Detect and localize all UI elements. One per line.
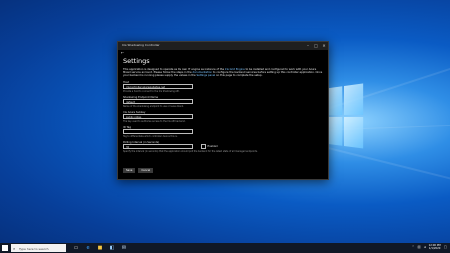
- title-bar[interactable]: Iris Shadowing Controller – □ ✕: [118, 42, 328, 50]
- volume-icon[interactable]: ◂: [424, 245, 426, 249]
- taskbar-search-box[interactable]: ⌕ Type here to search: [11, 244, 66, 252]
- subkey-hint: The key used to authorise access to the …: [123, 119, 186, 123]
- host-input[interactable]: iriscontroller.azurewebsites.net: [123, 84, 193, 90]
- polling-input[interactable]: 30: [123, 144, 193, 150]
- settings-panel-link[interactable]: Settings panel: [196, 74, 215, 77]
- clock-date: 1/1/2020: [428, 247, 441, 251]
- back-arrow-icon[interactable]: ←: [121, 50, 124, 56]
- endpoint-name-field: Shadowing Endpoint Name default Name of …: [123, 96, 323, 108]
- chevron-up-icon[interactable]: ⌃: [412, 245, 415, 249]
- id-tag-field: ID Tag Tag to differentiate which contro…: [123, 126, 323, 138]
- id-tag-input[interactable]: [123, 129, 193, 135]
- task-view-icon[interactable]: ▭: [72, 244, 80, 252]
- endpoint-name-label: Shadowing Endpoint Name: [123, 95, 159, 99]
- cancel-button[interactable]: Cancel: [138, 168, 154, 173]
- edge-browser-icon[interactable]: e: [84, 244, 92, 252]
- polling-enabled-checkbox[interactable]: [201, 144, 206, 150]
- polling-enabled-label: Enabled: [207, 145, 218, 149]
- window-title: Iris Shadowing Controller: [122, 43, 160, 47]
- endpoint-name-hint: Name of the shadowing endpoint to use or…: [123, 104, 184, 108]
- polling-label: Polling Interval (in Seconds): [123, 140, 160, 144]
- system-tray: ⌃ ▥ ◂ 12:00 PM 1/1/2020 ▢: [412, 244, 447, 250]
- windows-logo-wallpaper: [326, 83, 365, 151]
- host-label: Host: [123, 80, 129, 84]
- polling-hint: Specify the interval (in seconds) that t…: [123, 149, 258, 153]
- network-icon[interactable]: ▥: [418, 245, 421, 249]
- store-icon[interactable]: ◧: [108, 244, 116, 252]
- host-field: Host iriscontroller.azurewebsites.net Pr…: [123, 81, 323, 93]
- id-tag-hint: Tag to differentiate which controller de…: [123, 134, 178, 138]
- subkey-label: Iris Azure Subkey: [123, 110, 146, 114]
- id-tag-label: ID Tag: [123, 125, 131, 129]
- search-icon: ⌕: [13, 245, 16, 251]
- settings-description: This application is designed to operate …: [123, 68, 323, 78]
- host-hint: Provide a host to connect to the Iris Sh…: [123, 90, 180, 93]
- subkey-input[interactable]: public.notes: [123, 114, 193, 120]
- file-explorer-icon[interactable]: ■: [96, 244, 104, 252]
- minimize-button[interactable]: –: [304, 42, 312, 50]
- taskbar: ⌕ Type here to search ▭ e ■ ◧ ✉ ⌃ ▥ ◂ 12…: [0, 243, 450, 253]
- close-button[interactable]: ✕: [320, 42, 328, 50]
- subkey-field: Iris Azure Subkey public.notes The key u…: [123, 111, 323, 123]
- polling-field: Polling Interval (in Seconds) 30 Enabled…: [123, 141, 323, 153]
- endpoint-name-input[interactable]: default: [123, 99, 193, 105]
- page-title: Settings: [123, 57, 150, 65]
- search-placeholder: Type here to search: [19, 246, 49, 251]
- mail-icon[interactable]: ✉: [120, 244, 128, 252]
- save-button[interactable]: Save: [123, 168, 136, 173]
- maximize-button[interactable]: □: [312, 42, 320, 50]
- clock[interactable]: 12:00 PM 1/1/2020: [429, 244, 441, 250]
- notifications-icon[interactable]: ▢: [444, 245, 447, 249]
- start-button[interactable]: [2, 245, 8, 251]
- app-window: Iris Shadowing Controller – □ ✕ ← Settin…: [117, 41, 329, 180]
